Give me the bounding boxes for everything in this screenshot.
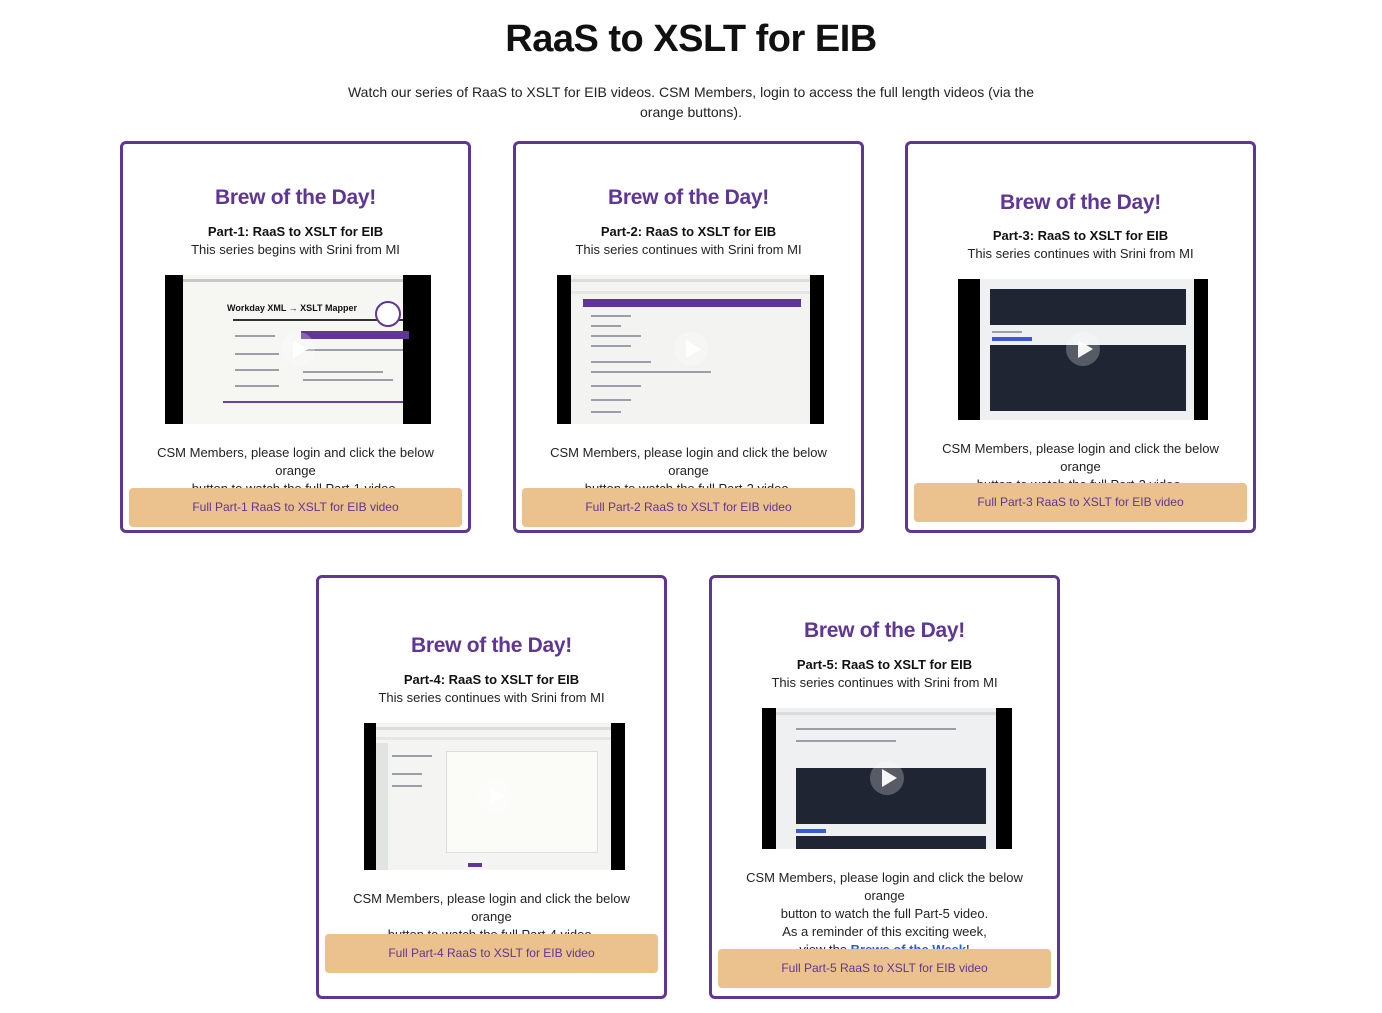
play-icon[interactable] <box>1066 332 1100 366</box>
desc-line: CSM Members, please login and click the … <box>157 445 434 478</box>
video-card-part-5: Brew of the Day! Part-5: RaaS to XSLT fo… <box>709 575 1060 999</box>
page-intro: Watch our series of RaaS to XSLT for EIB… <box>347 84 1035 120</box>
full-video-button[interactable]: Full Part-1 RaaS to XSLT for EIB video <box>129 488 462 527</box>
video-thumbnail-title: Workday XML → XSLT Mapper <box>227 303 358 313</box>
play-icon[interactable] <box>478 779 512 813</box>
desc-line: CSM Members, please login and click the … <box>942 441 1219 474</box>
card-heading: Brew of the Day! <box>1000 191 1161 214</box>
card-description: CSM Members, please login and click the … <box>726 869 1043 959</box>
desc-line: CSM Members, please login and click the … <box>746 870 1023 903</box>
video-card-part-3: Brew of the Day! Part-3: RaaS to XSLT fo… <box>905 141 1256 533</box>
card-heading: Brew of the Day! <box>215 186 376 209</box>
card-part-title: Part-1: RaaS to XSLT for EIB <box>207 224 384 239</box>
card-part-title: Part-5: RaaS to XSLT for EIB <box>796 657 973 672</box>
video-player[interactable] <box>557 275 824 424</box>
card-heading: Brew of the Day! <box>804 619 965 642</box>
video-card-part-4: Brew of the Day! Part-4: RaaS to XSLT fo… <box>316 575 667 999</box>
desc-line: CSM Members, please login and click the … <box>353 891 630 924</box>
play-icon[interactable] <box>281 332 315 366</box>
video-player[interactable] <box>958 279 1208 420</box>
desc-line: As a reminder of this exciting week, <box>782 924 987 939</box>
card-subtitle: This series continues with Srini from MI <box>967 246 1194 261</box>
video-player[interactable] <box>762 708 1012 849</box>
card-subtitle: This series continues with Srini from MI <box>771 675 998 690</box>
video-player[interactable]: Workday XML → XSLT Mapper <box>165 275 431 424</box>
card-heading: Brew of the Day! <box>411 634 572 657</box>
video-player[interactable] <box>364 723 625 870</box>
card-part-title: Part-4: RaaS to XSLT for EIB <box>403 672 580 687</box>
card-subtitle: This series continues with Srini from MI <box>378 690 605 705</box>
brand-logo-icon <box>375 301 401 327</box>
desc-line: button to watch the full Part-5 video. <box>780 906 989 921</box>
card-part-title: Part-3: RaaS to XSLT for EIB <box>992 228 1169 243</box>
page-title: RaaS to XSLT for EIB <box>505 18 877 60</box>
full-video-button[interactable]: Full Part-3 RaaS to XSLT for EIB video <box>914 483 1247 522</box>
play-icon[interactable] <box>674 332 708 366</box>
video-card-part-1: Brew of the Day! Part-1: RaaS to XSLT fo… <box>120 141 471 533</box>
full-video-button[interactable]: Full Part-4 RaaS to XSLT for EIB video <box>325 934 658 973</box>
play-icon[interactable] <box>870 761 904 795</box>
full-video-button[interactable]: Full Part-5 RaaS to XSLT for EIB video <box>718 949 1051 988</box>
video-card-part-2: Brew of the Day! Part-2: RaaS to XSLT fo… <box>513 141 864 533</box>
card-part-title: Part-2: RaaS to XSLT for EIB <box>600 224 777 239</box>
desc-line: CSM Members, please login and click the … <box>550 445 827 478</box>
card-subtitle: This series continues with Srini from MI <box>575 242 802 257</box>
full-video-button[interactable]: Full Part-2 RaaS to XSLT for EIB video <box>522 488 855 527</box>
card-heading: Brew of the Day! <box>608 186 769 209</box>
card-subtitle: This series begins with Srini from MI <box>191 242 400 257</box>
